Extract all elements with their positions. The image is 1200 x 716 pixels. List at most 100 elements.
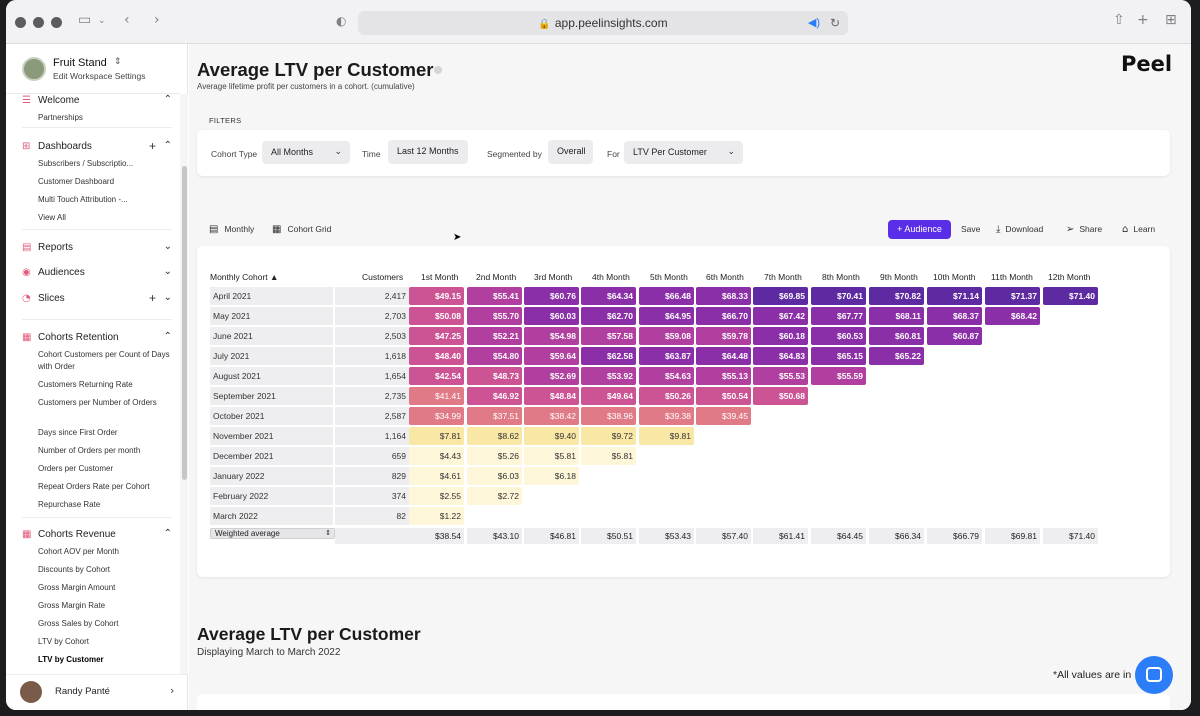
segmented-by-select[interactable]: Overall	[548, 140, 593, 164]
share-page-icon[interactable]: ⇧	[1113, 12, 1125, 28]
ltv-value-cell[interactable]: $57.58	[581, 327, 636, 345]
metric-select[interactable]: LTV Per Customer ⌄	[624, 141, 743, 164]
shield-icon[interactable]: ◐	[336, 14, 346, 28]
ltv-value-cell[interactable]: $65.22	[869, 347, 924, 365]
sidebar-item-repurchase-rate[interactable]: Repurchase Rate	[38, 499, 172, 511]
ltv-value-cell[interactable]: $47.25	[409, 327, 464, 345]
sidebar-item-orders-per-customer[interactable]: Orders per Customer	[38, 463, 172, 475]
reload-icon[interactable]: ↻	[830, 11, 840, 35]
add-icon[interactable]: +	[149, 139, 156, 153]
ltv-value-cell[interactable]: $55.70	[467, 307, 522, 325]
ltv-value-cell[interactable]: $52.21	[467, 327, 522, 345]
ltv-value-cell[interactable]: $5.81	[524, 447, 579, 465]
ltv-value-cell[interactable]: $59.64	[524, 347, 579, 365]
ltv-value-cell[interactable]: $2.55	[409, 487, 464, 505]
chevron-down-icon[interactable]: ⌄	[164, 266, 172, 277]
ltv-value-cell[interactable]: $54.98	[524, 327, 579, 345]
chevron-down-icon[interactable]: ⌄	[98, 16, 106, 26]
ltv-value-cell[interactable]: $71.37	[985, 287, 1040, 305]
address-bar[interactable]: 🔒 app.peelinsights.com ◀) ↻	[358, 11, 848, 35]
ltv-value-cell[interactable]: $64.34	[581, 287, 636, 305]
ltv-value-cell[interactable]: $62.70	[581, 307, 636, 325]
sidebar-toggle-icon[interactable]: ▭	[78, 12, 91, 28]
ltv-value-cell[interactable]: $48.40	[409, 347, 464, 365]
ltv-value-cell[interactable]: $67.77	[811, 307, 866, 325]
ltv-value-cell[interactable]: $6.03	[467, 467, 522, 485]
sidebar-item-ltv-by-cohort[interactable]: LTV by Cohort	[38, 636, 172, 648]
workspace-settings-link[interactable]: Edit Workspace Settings	[53, 71, 145, 81]
sidebar-section-slices[interactable]: ◔ Slices + ⌄	[22, 291, 172, 308]
ltv-value-cell[interactable]: $55.59	[811, 367, 866, 385]
ltv-value-cell[interactable]: $68.33	[696, 287, 751, 305]
ltv-value-cell[interactable]: $70.82	[869, 287, 924, 305]
speaker-icon[interactable]: ◀)	[808, 11, 820, 35]
sidebar-item-subscribers-subscriptio[interactable]: Subscribers / Subscriptio...	[38, 158, 172, 170]
sidebar-item-gross-margin-rate[interactable]: Gross Margin Rate	[38, 600, 172, 612]
minimize-window-button[interactable]	[33, 17, 44, 28]
sidebar-section-cohorts-revenue[interactable]: ▦ Cohorts Revenue ⌃	[22, 528, 172, 544]
ltv-value-cell[interactable]: $60.18	[753, 327, 808, 345]
add-audience-button[interactable]: + Audience	[888, 220, 951, 239]
ltv-value-cell[interactable]: $7.81	[409, 427, 464, 445]
ltv-value-cell[interactable]: $68.37	[927, 307, 982, 325]
ltv-value-cell[interactable]: $6.18	[524, 467, 579, 485]
sidebar-item-customer-dashboard[interactable]: Customer Dashboard	[38, 176, 172, 188]
sidebar-item-gross-margin-amount[interactable]: Gross Margin Amount	[38, 582, 172, 594]
ltv-value-cell[interactable]: $50.08	[409, 307, 464, 325]
ltv-value-cell[interactable]: $4.43	[409, 447, 464, 465]
ltv-value-cell[interactable]: $46.92	[467, 387, 522, 405]
chevron-up-icon[interactable]: ⌃	[164, 331, 172, 342]
ltv-value-cell[interactable]: $55.53	[753, 367, 808, 385]
ltv-value-cell[interactable]: $37.51	[467, 407, 522, 425]
sidebar-item-customers-per-number-of-orders[interactable]: Customers per Number of Orders	[38, 397, 172, 409]
ltv-value-cell[interactable]: $59.08	[639, 327, 694, 345]
ltv-value-cell[interactable]: $5.26	[467, 447, 522, 465]
sidebar-section-audiences[interactable]: ◉ Audiences ⌄	[22, 266, 172, 282]
download-button[interactable]: ⤓ Download	[996, 224, 1043, 235]
ltv-value-cell[interactable]: $9.81	[639, 427, 694, 445]
ltv-value-cell[interactable]: $68.11	[869, 307, 924, 325]
sidebar-item-view-all[interactable]: View All	[38, 212, 172, 224]
ltv-value-cell[interactable]: $52.69	[524, 367, 579, 385]
sidebar-section-dashboards[interactable]: ⊞ Dashboards + ⌃	[22, 139, 172, 156]
ltv-value-cell[interactable]: $49.15	[409, 287, 464, 305]
sidebar-item-cohort-aov-per-month[interactable]: Cohort AOV per Month	[38, 546, 172, 558]
view-monthly-button[interactable]: ▤ Monthly	[209, 224, 254, 235]
ltv-value-cell[interactable]: $55.13	[696, 367, 751, 385]
ltv-value-cell[interactable]: $55.41	[467, 287, 522, 305]
ltv-value-cell[interactable]: $9.72	[581, 427, 636, 445]
save-button[interactable]: Save	[961, 224, 980, 234]
ltv-value-cell[interactable]: $59.78	[696, 327, 751, 345]
sidebar-item-customers-returning-rate[interactable]: Customers Returning Rate	[38, 379, 172, 391]
ltv-value-cell[interactable]: $53.92	[581, 367, 636, 385]
share-button[interactable]: ➢ Share	[1066, 224, 1102, 235]
ltv-value-cell[interactable]: $62.58	[581, 347, 636, 365]
chevron-down-icon[interactable]: ⌄	[164, 292, 172, 303]
ltv-value-cell[interactable]: $54.63	[639, 367, 694, 385]
ltv-value-cell[interactable]: $50.26	[639, 387, 694, 405]
sidebar-item-cohort-customers-per-count-of-days-with-order[interactable]: Cohort Customers per Count of Days with …	[38, 349, 172, 373]
chat-launcher-button[interactable]	[1135, 656, 1173, 694]
sidebar-scroll-thumb[interactable]	[182, 166, 187, 480]
time-select[interactable]: Last 12 Months	[388, 140, 468, 164]
chevron-up-icon[interactable]: ⌃	[164, 94, 172, 105]
ltv-value-cell[interactable]: $48.73	[467, 367, 522, 385]
chevron-down-icon[interactable]: ⌄	[164, 241, 172, 252]
ltv-value-cell[interactable]: $39.45	[696, 407, 751, 425]
ltv-value-cell[interactable]: $65.15	[811, 347, 866, 365]
sidebar-item-multi-touch-attribution[interactable]: Multi Touch Attribution -...	[38, 194, 172, 206]
ltv-value-cell[interactable]: $64.95	[639, 307, 694, 325]
summary-type-select[interactable]: Weighted average ⇕	[210, 528, 335, 539]
sort-cohort-header[interactable]: Monthly Cohort ▲	[210, 272, 278, 282]
ltv-value-cell[interactable]: $60.03	[524, 307, 579, 325]
ltv-value-cell[interactable]: $8.62	[467, 427, 522, 445]
ltv-value-cell[interactable]: $66.48	[639, 287, 694, 305]
new-tab-icon[interactable]: +	[1137, 12, 1149, 28]
ltv-value-cell[interactable]: $54.80	[467, 347, 522, 365]
ltv-value-cell[interactable]: $67.42	[753, 307, 808, 325]
sidebar-item-discounts-by-cohort[interactable]: Discounts by Cohort	[38, 564, 172, 576]
ltv-value-cell[interactable]: $42.54	[409, 367, 464, 385]
forward-icon[interactable]: ›	[154, 12, 160, 28]
close-window-button[interactable]	[15, 17, 26, 28]
ltv-value-cell[interactable]: $64.48	[696, 347, 751, 365]
